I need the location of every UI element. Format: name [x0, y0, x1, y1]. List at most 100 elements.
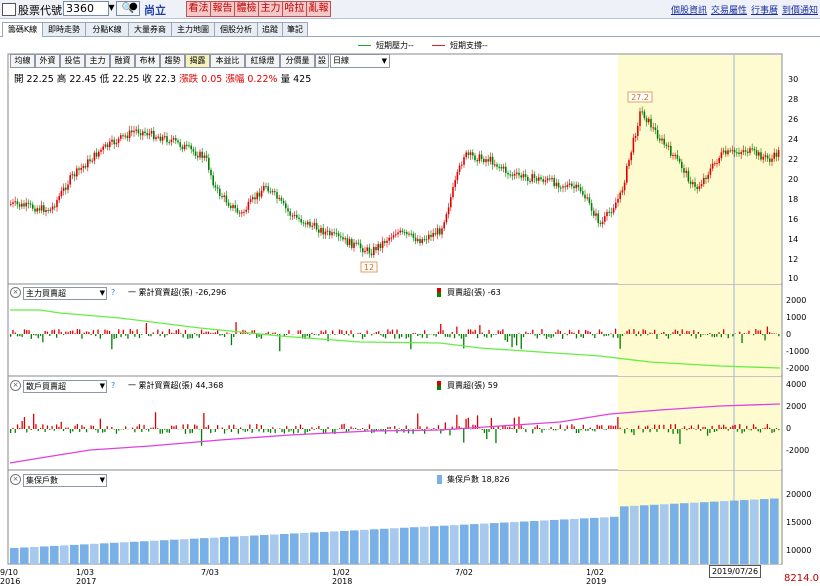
- close-label: 收: [142, 74, 152, 85]
- p1-bar: [739, 331, 741, 334]
- candle: [593, 210, 595, 216]
- candle: [113, 139, 115, 145]
- period-select[interactable]: 日線 ▼: [330, 54, 390, 68]
- btn-price-volume[interactable]: 分價量: [280, 54, 315, 68]
- candle: [716, 162, 718, 164]
- p2-bar: [35, 424, 37, 429]
- p1-bar: [134, 334, 136, 337]
- candle: [23, 203, 25, 207]
- candle: [386, 240, 388, 243]
- p2-bar: [221, 427, 223, 429]
- p2-bar: [552, 429, 555, 431]
- p2-bar: [200, 429, 203, 446]
- btn-trust[interactable]: 投信: [60, 54, 85, 68]
- p1-bar: [180, 333, 182, 334]
- btn-bollinger[interactable]: 布林: [135, 54, 160, 68]
- candle: [485, 159, 487, 163]
- candle: [480, 154, 483, 159]
- candle: [183, 144, 186, 150]
- p1-bar: [274, 332, 276, 334]
- close-icon[interactable]: ×: [10, 474, 21, 485]
- candle: [276, 192, 278, 199]
- candle: [423, 239, 426, 241]
- p3-y-tick: 15000: [786, 518, 812, 527]
- p1-bar: [88, 331, 90, 334]
- close-icon[interactable]: ×: [10, 287, 21, 298]
- btn-settings[interactable]: 設: [315, 54, 329, 68]
- p2-bar: [711, 425, 713, 429]
- btn-foreign[interactable]: 外資: [35, 54, 60, 68]
- btn-ma[interactable]: 均線: [10, 54, 35, 68]
- pct-label: 漲幅: [225, 74, 245, 85]
- candle: [47, 210, 49, 212]
- candle: [177, 140, 179, 143]
- candle: [392, 235, 395, 238]
- p1-bar: [28, 330, 30, 334]
- y-tick: 10: [788, 274, 799, 283]
- p1-bar: [194, 333, 196, 334]
- candle: [740, 152, 742, 154]
- candle: [188, 145, 190, 147]
- p2-bar: [407, 429, 410, 434]
- p2-bar: [309, 429, 311, 431]
- p1-bar: [371, 334, 373, 336]
- highlight-region: [618, 377, 781, 470]
- close-icon[interactable]: ×: [10, 380, 21, 391]
- candle: [197, 155, 199, 158]
- help-icon[interactable]: ?: [111, 287, 115, 299]
- candle: [43, 205, 45, 213]
- candle: [498, 166, 500, 168]
- p1-bar: [131, 330, 134, 334]
- candle: [771, 158, 773, 162]
- panel1-select[interactable]: 主力買賣超 ▼: [23, 287, 107, 300]
- candle: [450, 197, 452, 208]
- candle: [69, 175, 71, 185]
- candle: [500, 166, 503, 169]
- p1-bar: [173, 333, 175, 334]
- btn-pe[interactable]: 本益比: [210, 54, 245, 68]
- p2-bar: [672, 429, 674, 434]
- p2-bar: [237, 429, 239, 434]
- p2-bar: [771, 429, 773, 433]
- p1-bar: [168, 329, 170, 334]
- panel2-select[interactable]: 散戶買賣超 ▼: [23, 380, 107, 393]
- p2-bar: [315, 428, 318, 429]
- btn-disclosure[interactable]: 揭露: [185, 54, 210, 68]
- p2-bar: [695, 429, 697, 430]
- btn-trend[interactable]: 趨勢: [160, 54, 185, 68]
- help-icon[interactable]: ?: [111, 380, 115, 392]
- p2-bar: [338, 428, 341, 429]
- p2-bar: [263, 429, 265, 433]
- candle: [744, 150, 747, 152]
- y-tick: 14: [788, 235, 799, 244]
- candle: [60, 190, 63, 197]
- p2-bar: [585, 429, 587, 431]
- candle: [562, 186, 564, 188]
- p2-bar: [141, 429, 143, 432]
- btn-traffic-light[interactable]: 紅綠燈: [245, 54, 280, 68]
- p2-bar: [10, 429, 12, 434]
- p1-bar: [366, 330, 368, 334]
- candle: [615, 202, 617, 209]
- p2-bar: [654, 424, 656, 429]
- p1-bar: [555, 332, 557, 334]
- p2-bar: [228, 425, 230, 429]
- candle: [216, 187, 219, 189]
- p2-bar: [134, 429, 136, 433]
- p2-bar: [148, 429, 150, 432]
- candle: [608, 211, 610, 213]
- p1-bar: [412, 332, 414, 334]
- p3-bar: [20, 547, 29, 564]
- btn-margin[interactable]: 融資: [110, 54, 135, 68]
- candle: [287, 208, 289, 212]
- p2-bar: [14, 429, 16, 433]
- candle: [29, 203, 32, 205]
- p1-bar: [545, 334, 548, 339]
- p2-bar: [419, 426, 421, 429]
- p1-bar: [288, 330, 290, 334]
- cursor-date-label: 2019/07/26: [709, 565, 761, 578]
- p1-bar: [686, 330, 688, 334]
- panel3-select[interactable]: 集保戶數 ▼: [23, 474, 107, 487]
- p1-bar: [511, 334, 513, 348]
- btn-main[interactable]: 主力: [85, 54, 110, 68]
